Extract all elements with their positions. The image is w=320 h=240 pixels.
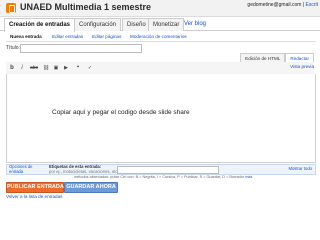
editor-mode-tabs: Edición de HTML Redactar [240,53,314,64]
editor-content-text: Copiar aquí y pegar el codigo desde slid… [52,109,190,116]
tab-diseno[interactable]: Diseño [122,18,151,31]
tab-monetizar[interactable]: Monetizar [148,18,185,31]
blog-header: UNAED Multimedia 1 semestre [0,0,320,16]
post-options-bar: Opciones de entrada Etiquetas de esta en… [6,164,316,175]
link-icon[interactable]: ⛓ [42,64,50,72]
italic-button[interactable]: i [18,64,26,72]
title-input[interactable] [20,44,142,53]
post-editor-body[interactable] [6,74,316,163]
shortcuts-text: métodos abreviados: pulse Ctrl con: B = … [74,175,245,179]
subtab-nueva-entrada[interactable]: Nueva entrada [10,33,42,41]
video-icon[interactable]: ▶ [62,64,70,72]
quote-icon[interactable]: ❝ [74,64,82,72]
subtab-editar-paginas[interactable]: Editar páginas [92,33,121,41]
labels-input[interactable] [117,166,219,174]
strikethrough-button[interactable]: abc [28,64,40,72]
keyboard-shortcuts-hint: métodos abreviados: pulse Ctrl con: B = … [74,175,252,179]
publish-button[interactable]: PUBLICAR ENTRADA [6,182,64,193]
post-options-link[interactable]: Opciones de entrada [9,164,33,174]
blogger-logo-icon[interactable] [6,3,16,13]
preview-link[interactable]: Vista previa [290,64,314,69]
tab-creacion-entradas[interactable]: Creación de entradas [4,18,76,32]
blog-title: UNAED Multimedia 1 semestre [20,2,152,12]
tab-ver-blog[interactable]: Ver blog [180,18,210,30]
back-to-posts-link[interactable]: Volver a la lista de entradas [6,194,62,199]
show-all-link[interactable]: Mostrar todo [288,166,312,171]
tab-configuracion[interactable]: Configuración [74,18,122,31]
shortcuts-more-link[interactable]: más [245,175,252,179]
bold-button[interactable]: b [8,64,16,72]
post-options-label-2: entrada [9,168,24,174]
labels-section: Etiquetas de esta entrada: por ej., moto… [49,164,123,174]
main-tabs: Creación de entradas Configuración Diseñ… [0,18,320,32]
save-now-button[interactable]: GUARDAR AHORA [64,182,118,193]
title-label: Título: [6,45,20,51]
spellcheck-icon[interactable]: ✓ [86,64,94,72]
image-icon[interactable]: ▣ [52,64,60,72]
labels-hint: por ej., motocicletas, vacaciones, otoño [49,168,123,174]
subtab-editar-entradas[interactable]: Editar entradas [52,33,83,41]
sub-tabs: Nueva entrada Editar entradas Editar pág… [6,33,316,42]
subtab-moderacion-comentarios[interactable]: Moderación de comentarios [130,33,187,41]
